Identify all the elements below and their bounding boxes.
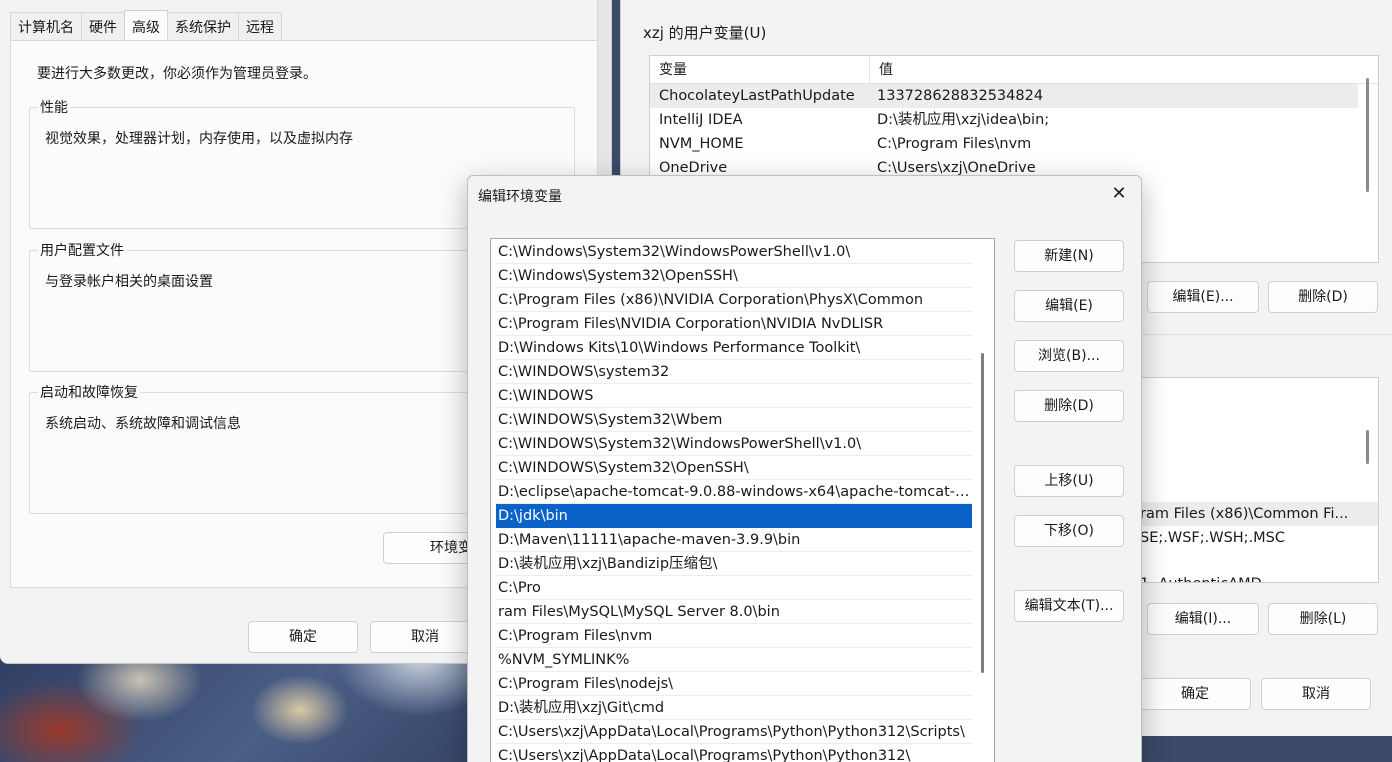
system-variables-scrollbar[interactable] [1366, 430, 1369, 464]
admin-note: 要进行大多数更改，你必须作为管理员登录。 [37, 66, 317, 82]
user-variables-title: xzj 的用户变量(U) [643, 24, 767, 42]
close-icon[interactable]: ✕ [1107, 182, 1131, 206]
path-entry[interactable]: C:\Program Files (x86)\NVIDIA Corporatio… [496, 288, 972, 312]
path-entries-list[interactable]: C:\Windows\System32\WindowsPowerShell\v1… [490, 238, 995, 762]
variable-name: ChocolateyLastPathUpdate [659, 88, 855, 104]
browse-button[interactable]: 浏览(B)... [1014, 340, 1124, 372]
path-entry[interactable]: C:\Windows\System32\WindowsPowerShell\v1… [496, 240, 972, 264]
edit-environment-variable-dialog: 编辑环境变量 ✕ C:\Windows\System32\WindowsPowe… [467, 175, 1142, 762]
path-entry[interactable]: ram Files\MySQL\MySQL Server 8.0\bin [496, 600, 972, 624]
path-entry[interactable]: %NVM_SYMLINK% [496, 648, 972, 672]
path-entry[interactable]: C:\Windows\System32\OpenSSH\ [496, 264, 972, 288]
variable-value: 133728628832534824 [877, 88, 1044, 104]
path-entry[interactable]: C:\Program Files\NVIDIA Corporation\NVID… [496, 312, 972, 336]
path-entry[interactable]: D:\jdk\bin [496, 504, 972, 528]
edit-text-button[interactable]: 编辑文本(T)... [1014, 590, 1124, 622]
user-delete-button[interactable]: 删除(D) [1268, 281, 1378, 313]
startup-recovery-group-title: 启动和故障恢复 [38, 384, 140, 402]
tab-system-protection[interactable]: 系统保护 [167, 12, 239, 40]
path-entry[interactable]: C:\Program Files\nvm [496, 624, 972, 648]
move-up-button[interactable]: 上移(U) [1014, 465, 1124, 497]
user-profiles-group-title: 用户配置文件 [38, 242, 126, 260]
cancel-button[interactable]: 取消 [370, 621, 480, 653]
dialog-title: 编辑环境变量 [478, 189, 562, 205]
env-cancel-button[interactable]: 取消 [1261, 678, 1371, 710]
tab-hardware[interactable]: 硬件 [81, 12, 125, 40]
performance-group-desc: 视觉效果，处理器计划，内存使用，以及虚拟内存 [45, 131, 353, 147]
user-variables-header: 变量 值 [650, 56, 1378, 84]
tab-advanced[interactable]: 高级 [124, 10, 168, 40]
user-variables-scrollbar[interactable] [1366, 78, 1369, 192]
startup-recovery-group-desc: 系统启动、系统故障和调试信息 [45, 416, 241, 432]
tab-computer-name[interactable]: 计算机名 [10, 12, 82, 40]
user-variable-row[interactable]: NVM_HOME C:\Program Files\nvm [650, 132, 1358, 156]
user-edit-button[interactable]: 编辑(E)... [1147, 281, 1259, 313]
delete-button[interactable]: 删除(D) [1014, 390, 1124, 422]
variable-name: IntelliJ IDEA [659, 112, 743, 128]
path-entry[interactable]: C:\WINDOWS\system32 [496, 360, 972, 384]
tab-remote[interactable]: 远程 [238, 12, 282, 40]
edit-button[interactable]: 编辑(E) [1014, 290, 1124, 322]
tab-bar: 计算机名 硬件 高级 系统保护 远程 [10, 10, 282, 40]
performance-group-title: 性能 [38, 99, 70, 117]
path-entry[interactable]: C:\WINDOWS\System32\WindowsPowerShell\v1… [496, 432, 972, 456]
system-variable-row[interactable]: SE;.WSF;.WSH;.MSC [1140, 526, 1285, 550]
path-entry[interactable]: D:\Windows Kits\10\Windows Performance T… [496, 336, 972, 360]
variable-name: NVM_HOME [659, 136, 744, 152]
column-header-value[interactable]: 值 [870, 56, 1350, 84]
system-edit-button[interactable]: 编辑(I)... [1147, 603, 1259, 635]
path-entry[interactable]: C:\Program Files\nodejs\ [496, 672, 972, 696]
new-button[interactable]: 新建(N) [1014, 240, 1124, 272]
user-profiles-group-desc: 与登录帐户相关的桌面设置 [45, 274, 213, 290]
ok-button[interactable]: 确定 [248, 621, 358, 653]
path-entry[interactable]: C:\WINDOWS [496, 384, 972, 408]
move-down-button[interactable]: 下移(O) [1014, 515, 1124, 547]
path-entry[interactable]: D:\装机应用\xzj\Bandizip压缩包\ [496, 552, 972, 576]
variable-value: D:\装机应用\xzj\idea\bin; [877, 112, 1050, 128]
system-variable-row[interactable]: 1, AuthenticAMD [1140, 572, 1262, 582]
path-entry[interactable]: D:\eclipse\apache-tomcat-9.0.88-windows-… [496, 480, 972, 504]
path-entry[interactable]: C:\Users\xzj\AppData\Local\Programs\Pyth… [496, 744, 972, 762]
path-entry[interactable]: C:\WINDOWS\System32\Wbem [496, 408, 972, 432]
path-entry[interactable]: D:\装机应用\xzj\Git\cmd [496, 696, 972, 720]
variable-value: C:\Program Files\nvm [877, 136, 1032, 152]
env-ok-button[interactable]: 确定 [1139, 678, 1251, 710]
path-entry[interactable]: C:\Users\xzj\AppData\Local\Programs\Pyth… [496, 720, 972, 744]
path-list-scrollbar[interactable] [981, 353, 984, 673]
path-entry[interactable]: C:\Pro [496, 576, 972, 600]
system-variable-row[interactable]: ram Files (x86)\Common Fi... [1140, 502, 1378, 526]
system-delete-button[interactable]: 删除(L) [1268, 603, 1378, 635]
path-entry[interactable]: C:\WINDOWS\System32\OpenSSH\ [496, 456, 972, 480]
user-variable-row[interactable]: ChocolateyLastPathUpdate 133728628832534… [650, 84, 1358, 108]
user-variable-row[interactable]: IntelliJ IDEA D:\装机应用\xzj\idea\bin; [650, 108, 1358, 132]
path-entry[interactable]: D:\Maven\11111\apache-maven-3.9.9\bin [496, 528, 972, 552]
column-header-variable[interactable]: 变量 [650, 56, 870, 84]
